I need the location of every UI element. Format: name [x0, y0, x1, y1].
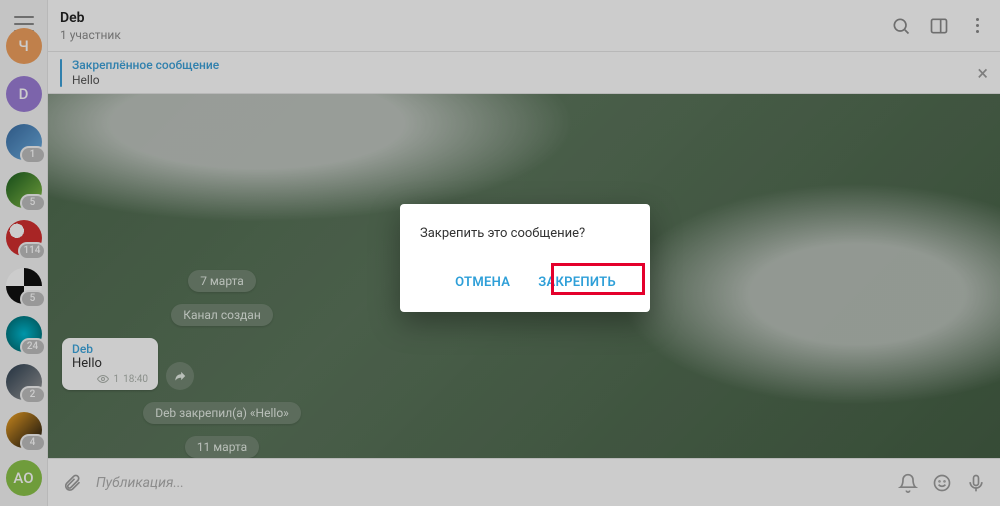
- modal-text: Закрепить это сообщение?: [420, 226, 630, 241]
- app-root: ЧDAO Deb 1 участник Закреплённое сообщен…: [0, 0, 1000, 506]
- confirm-button[interactable]: ЗАКРЕПИТЬ: [524, 267, 630, 298]
- pin-confirm-modal: Закрепить это сообщение? ОТМЕНА ЗАКРЕПИТ…: [400, 204, 650, 312]
- cancel-button[interactable]: ОТМЕНА: [441, 267, 524, 298]
- modal-buttons: ОТМЕНА ЗАКРЕПИТЬ: [420, 267, 630, 298]
